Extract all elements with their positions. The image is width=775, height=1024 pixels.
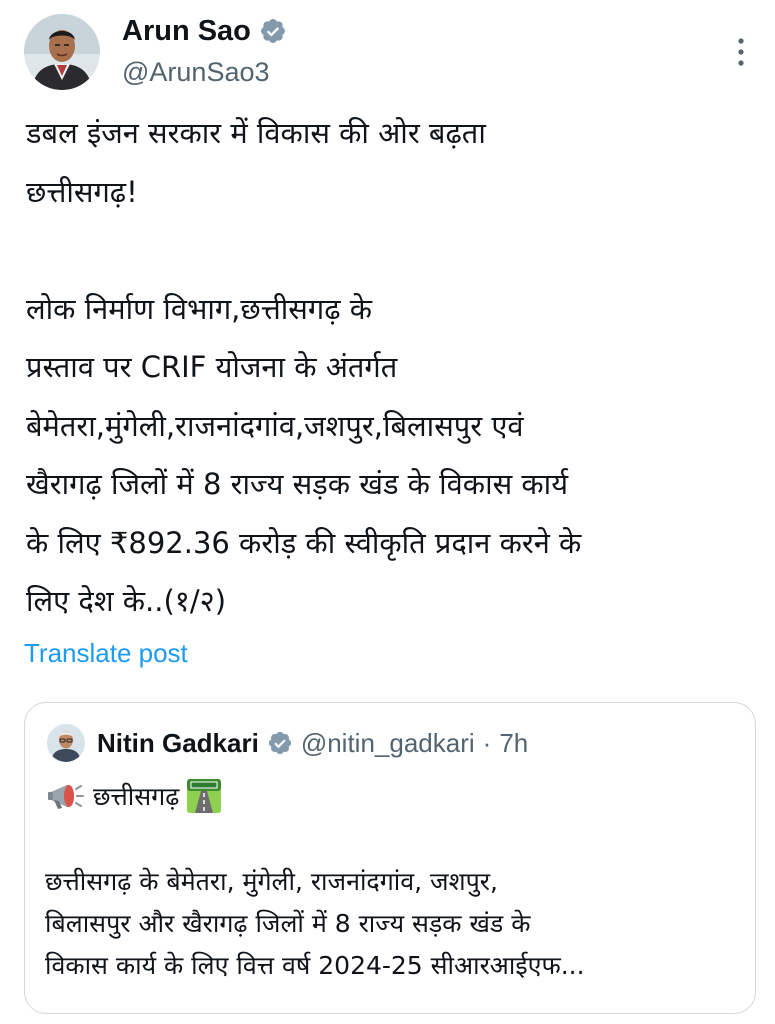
quoted-post-timestamp[interactable]: 7h: [499, 728, 528, 759]
author-handle[interactable]: @ArunSao3: [122, 56, 287, 88]
profile-photo-icon: [24, 14, 100, 90]
quoted-author-handle[interactable]: @nitin_gadkari: [301, 728, 475, 759]
separator-dot: ·: [482, 727, 492, 758]
more-options-icon[interactable]: [734, 32, 748, 72]
author-name-row: Arun Sao: [122, 14, 287, 48]
translate-post-link[interactable]: Translate post: [24, 638, 188, 669]
post-header: Arun Sao @ArunSao3: [24, 12, 754, 92]
megaphone-icon: [48, 784, 84, 809]
quoted-post-title: छत्तीसगढ़: [93, 782, 180, 811]
quoted-post-card[interactable]: Nitin Gadkari @nitin_gadkari · 7h छत्तीस…: [24, 702, 756, 1014]
verified-badge-icon[interactable]: [267, 730, 293, 756]
author-avatar[interactable]: [24, 14, 100, 90]
quoted-post-title-row: छत्तीसगढ़: [45, 779, 222, 813]
post-text: डबल इंजन सरकार में विकास की ओर बढ़ता छत्…: [26, 116, 582, 618]
quoted-author-avatar[interactable]: [47, 724, 85, 762]
author-display-name[interactable]: Arun Sao: [122, 14, 251, 48]
verified-badge-icon[interactable]: [259, 17, 287, 45]
quoted-author-display-name[interactable]: Nitin Gadkari: [97, 728, 259, 759]
quoted-post-text: छत्तीसगढ़ के बेमेतरा, मुंगेली, राजनांदगा…: [45, 867, 585, 980]
profile-photo-icon: [47, 724, 85, 762]
motorway-icon: [187, 779, 222, 813]
quoted-post-header: Nitin Gadkari @nitin_gadkari · 7h: [47, 723, 528, 763]
author-info: Arun Sao @ArunSao3: [122, 14, 287, 88]
